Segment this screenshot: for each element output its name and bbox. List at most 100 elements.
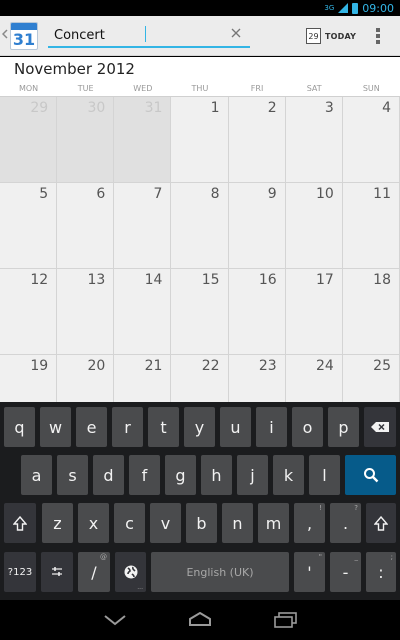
search-key[interactable] [345, 455, 396, 495]
day-cell[interactable]: 13 [57, 269, 115, 355]
weekday-label: THU [191, 84, 209, 93]
calendar-icon-header [11, 23, 37, 30]
weekday-label: TUE [77, 84, 94, 93]
key-y[interactable]: y [184, 407, 215, 447]
key-b[interactable]: b [186, 503, 217, 543]
recent-apps-icon[interactable] [274, 612, 298, 628]
month-view: November 2012 MON TUE WED THU FRI SAT SU… [0, 57, 400, 441]
key-a[interactable]: a [21, 455, 52, 495]
battery-icon [352, 2, 359, 14]
key-c[interactable]: c [114, 503, 145, 543]
clear-search-icon[interactable] [230, 27, 242, 39]
key-dash[interactable]: - _ [330, 552, 361, 592]
day-number: 3 [324, 100, 334, 116]
day-cell[interactable]: 14 [114, 269, 172, 355]
day-cell[interactable]: 3 [285, 97, 343, 183]
symbols-key[interactable]: ?123 [4, 552, 36, 592]
back-caret-icon[interactable] [2, 29, 8, 39]
day-number: 7 [153, 186, 163, 202]
weekday-label: SUN [362, 84, 380, 93]
shift-key-right[interactable] [366, 503, 396, 543]
key-t[interactable]: t [148, 407, 179, 447]
home-icon[interactable] [188, 612, 212, 626]
key-colon[interactable]: : ; [366, 552, 396, 592]
shift-icon [13, 515, 27, 531]
key-m[interactable]: m [258, 503, 289, 543]
key-colon-hint: ; [390, 553, 393, 561]
day-number: 15 [201, 272, 220, 288]
key-comma[interactable]: , ! [294, 503, 325, 543]
today-date: 29 [308, 32, 319, 41]
status-time: 09:00 [362, 1, 394, 15]
day-number: 8 [210, 186, 220, 202]
key-o[interactable]: o [292, 407, 323, 447]
day-cell[interactable]: 16 [228, 269, 286, 355]
network-type: 3G [324, 4, 335, 12]
key-slash-label: / [91, 562, 97, 582]
day-cell[interactable]: 1 [171, 97, 229, 183]
day-number: 13 [87, 272, 106, 288]
day-cell[interactable]: 5 [0, 183, 58, 269]
day-cell[interactable]: 9 [228, 183, 286, 269]
day-number: 29 [30, 100, 49, 116]
key-q[interactable]: q [4, 407, 35, 447]
day-cell[interactable]: 15 [171, 269, 229, 355]
status-bar: 3G 09:00 [0, 0, 400, 16]
day-number: 6 [96, 186, 106, 202]
day-number: 16 [258, 272, 277, 288]
day-cell[interactable]: 30 [57, 97, 115, 183]
key-i[interactable]: i [256, 407, 287, 447]
weekday-label: SAT [306, 84, 322, 93]
shift-key-left[interactable] [4, 503, 36, 543]
backspace-key[interactable] [364, 407, 396, 447]
signal-icon [338, 3, 349, 13]
day-cell[interactable]: 6 [57, 183, 115, 269]
key-k[interactable]: k [273, 455, 304, 495]
key-u[interactable]: u [220, 407, 251, 447]
key-comma-hint: ! [319, 504, 322, 512]
calendar-app-icon[interactable]: 31 [10, 22, 38, 50]
day-cell[interactable]: 29 [0, 97, 58, 183]
day-cell[interactable]: 18 [342, 269, 400, 355]
key-apostrophe[interactable]: ' " [294, 552, 325, 592]
key-z[interactable]: z [42, 503, 73, 543]
day-number: 19 [30, 358, 49, 374]
today-button[interactable]: 29 TODAY [306, 27, 356, 45]
key-e[interactable]: e [76, 407, 107, 447]
day-cell[interactable]: 11 [342, 183, 400, 269]
key-w[interactable]: w [40, 407, 71, 447]
search-box[interactable] [48, 22, 250, 48]
key-j[interactable]: j [237, 455, 268, 495]
overflow-menu-icon[interactable] [376, 28, 380, 44]
search-input[interactable] [54, 25, 224, 45]
key-p[interactable]: p [328, 407, 359, 447]
key-n[interactable]: n [222, 503, 253, 543]
more-indicator: ... [137, 584, 143, 591]
language-key[interactable]: ... [115, 552, 146, 592]
space-key[interactable]: English (UK) [151, 552, 289, 592]
day-cell[interactable]: 31 [114, 97, 172, 183]
key-s[interactable]: s [57, 455, 88, 495]
settings-key[interactable] [41, 552, 73, 592]
key-v[interactable]: v [150, 503, 181, 543]
key-d[interactable]: d [93, 455, 124, 495]
key-period[interactable]: . ? [330, 503, 361, 543]
key-f[interactable]: f [129, 455, 160, 495]
key-g[interactable]: g [165, 455, 196, 495]
day-number: 22 [201, 358, 220, 374]
weekday-label: MON [18, 84, 39, 93]
day-number: 12 [30, 272, 49, 288]
back-down-icon[interactable] [104, 614, 126, 626]
key-l[interactable]: l [309, 455, 340, 495]
day-cell[interactable]: 17 [285, 269, 343, 355]
day-cell[interactable]: 2 [228, 97, 286, 183]
day-cell[interactable]: 12 [0, 269, 58, 355]
key-x[interactable]: x [78, 503, 109, 543]
key-h[interactable]: h [201, 455, 232, 495]
day-cell[interactable]: 8 [171, 183, 229, 269]
day-cell[interactable]: 4 [342, 97, 400, 183]
key-r[interactable]: r [112, 407, 143, 447]
day-cell[interactable]: 7 [114, 183, 172, 269]
day-cell[interactable]: 10 [285, 183, 343, 269]
key-slash[interactable]: / @ [78, 552, 110, 592]
